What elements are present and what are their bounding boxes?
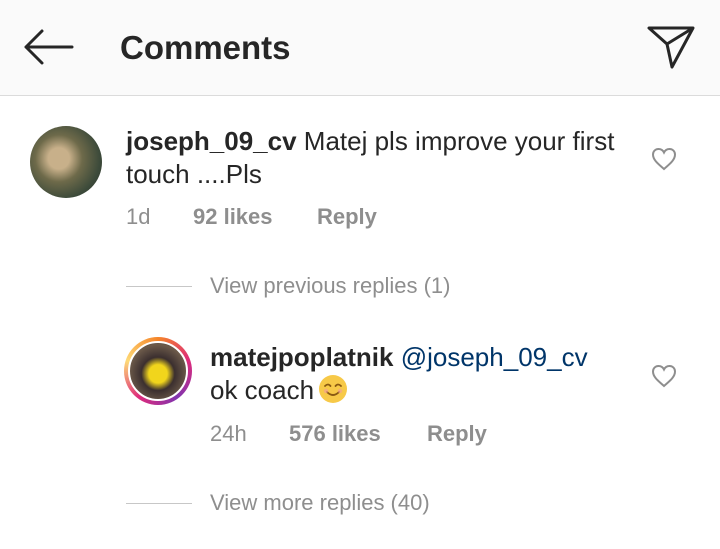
thread-line: [126, 503, 192, 504]
avatar: [128, 341, 188, 401]
reply-button[interactable]: Reply: [427, 421, 487, 447]
smiling-face-icon: [319, 375, 348, 403]
like-button[interactable]: [651, 364, 677, 388]
reply-body: ok coach: [210, 375, 315, 405]
page-title: Comments: [120, 29, 291, 66]
paper-plane-icon: [647, 26, 695, 69]
view-previous-replies-label: View previous replies (1): [210, 273, 451, 298]
like-button[interactable]: [651, 147, 677, 171]
comment-text: joseph_09_cv Matej pls improve your firs…: [126, 125, 626, 191]
thread-line: [126, 286, 192, 287]
arrow-left-icon: [24, 29, 74, 65]
mention-link[interactable]: @joseph_09_cv: [401, 342, 588, 372]
avatar[interactable]: [30, 126, 102, 198]
reply-button[interactable]: Reply: [317, 204, 377, 230]
reply-time: 24h: [210, 421, 247, 446]
send-button[interactable]: [646, 24, 696, 70]
reply-text: matejpoplatnik @joseph_09_cv ok coach: [210, 341, 630, 407]
likes-count[interactable]: 92 likes: [193, 204, 273, 230]
heart-outline-icon: [651, 147, 677, 171]
reply-username[interactable]: matejpoplatnik: [210, 342, 393, 372]
back-button[interactable]: [22, 28, 74, 66]
comment-time: 1d: [126, 204, 151, 229]
heart-outline-icon: [651, 364, 677, 388]
avatar-story-ring[interactable]: [124, 337, 192, 405]
header-bar: Comments: [0, 0, 720, 96]
view-more-replies-label: View more replies (40): [210, 490, 430, 515]
comment-username[interactable]: joseph_09_cv: [126, 126, 297, 156]
likes-count[interactable]: 576 likes: [289, 421, 381, 447]
